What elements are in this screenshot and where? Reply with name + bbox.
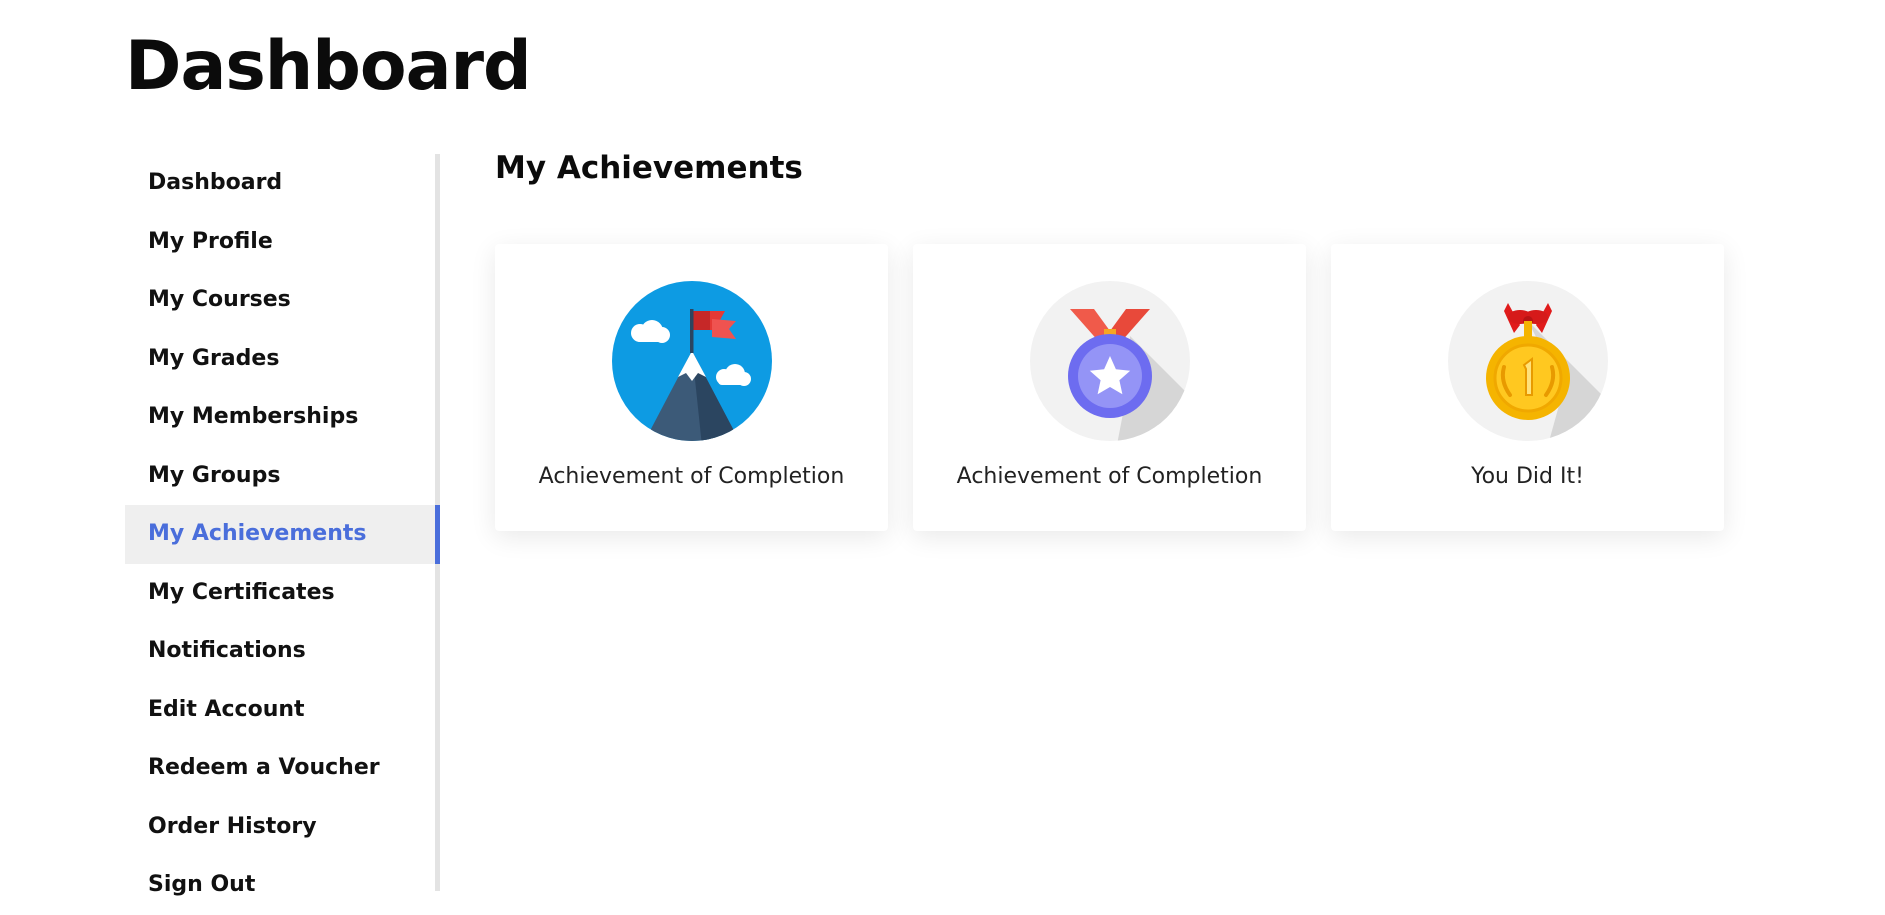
sidebar-nav: Dashboard My Profile My Courses My Grade… [125,154,440,897]
gold-medal-icon [1448,281,1608,441]
mountain-flag-icon [612,281,772,441]
sidebar-item-my-groups[interactable]: My Groups [125,447,435,506]
sidebar-item-my-memberships[interactable]: My Memberships [125,388,435,447]
sidebar-item-order-history[interactable]: Order History [125,798,435,857]
achievement-title: Achievement of Completion [538,464,845,489]
sidebar-item-my-grades[interactable]: My Grades [125,330,435,389]
sidebar-item-sign-out[interactable]: Sign Out [125,856,435,915]
achievement-card[interactable]: You Did It! [1331,244,1724,531]
achievement-card[interactable]: Achievement of Completion [495,244,888,531]
sidebar-item-my-certificates[interactable]: My Certificates [125,564,435,623]
sidebar-item-edit-account[interactable]: Edit Account [125,681,435,740]
section-title: My Achievements [495,150,803,186]
page-title: Dashboard [125,27,532,106]
achievement-card[interactable]: Achievement of Completion [913,244,1306,531]
sidebar-item-dashboard[interactable]: Dashboard [125,154,435,213]
star-medal-icon [1030,281,1190,441]
sidebar-item-my-courses[interactable]: My Courses [125,271,435,330]
sidebar-item-redeem-voucher[interactable]: Redeem a Voucher [125,739,435,798]
achievement-title: You Did It! [1471,464,1584,489]
achievement-title: Achievement of Completion [956,464,1263,489]
sidebar-item-notifications[interactable]: Notifications [125,622,435,681]
sidebar-item-my-profile[interactable]: My Profile [125,213,435,272]
sidebar-item-my-achievements[interactable]: My Achievements [125,505,440,564]
